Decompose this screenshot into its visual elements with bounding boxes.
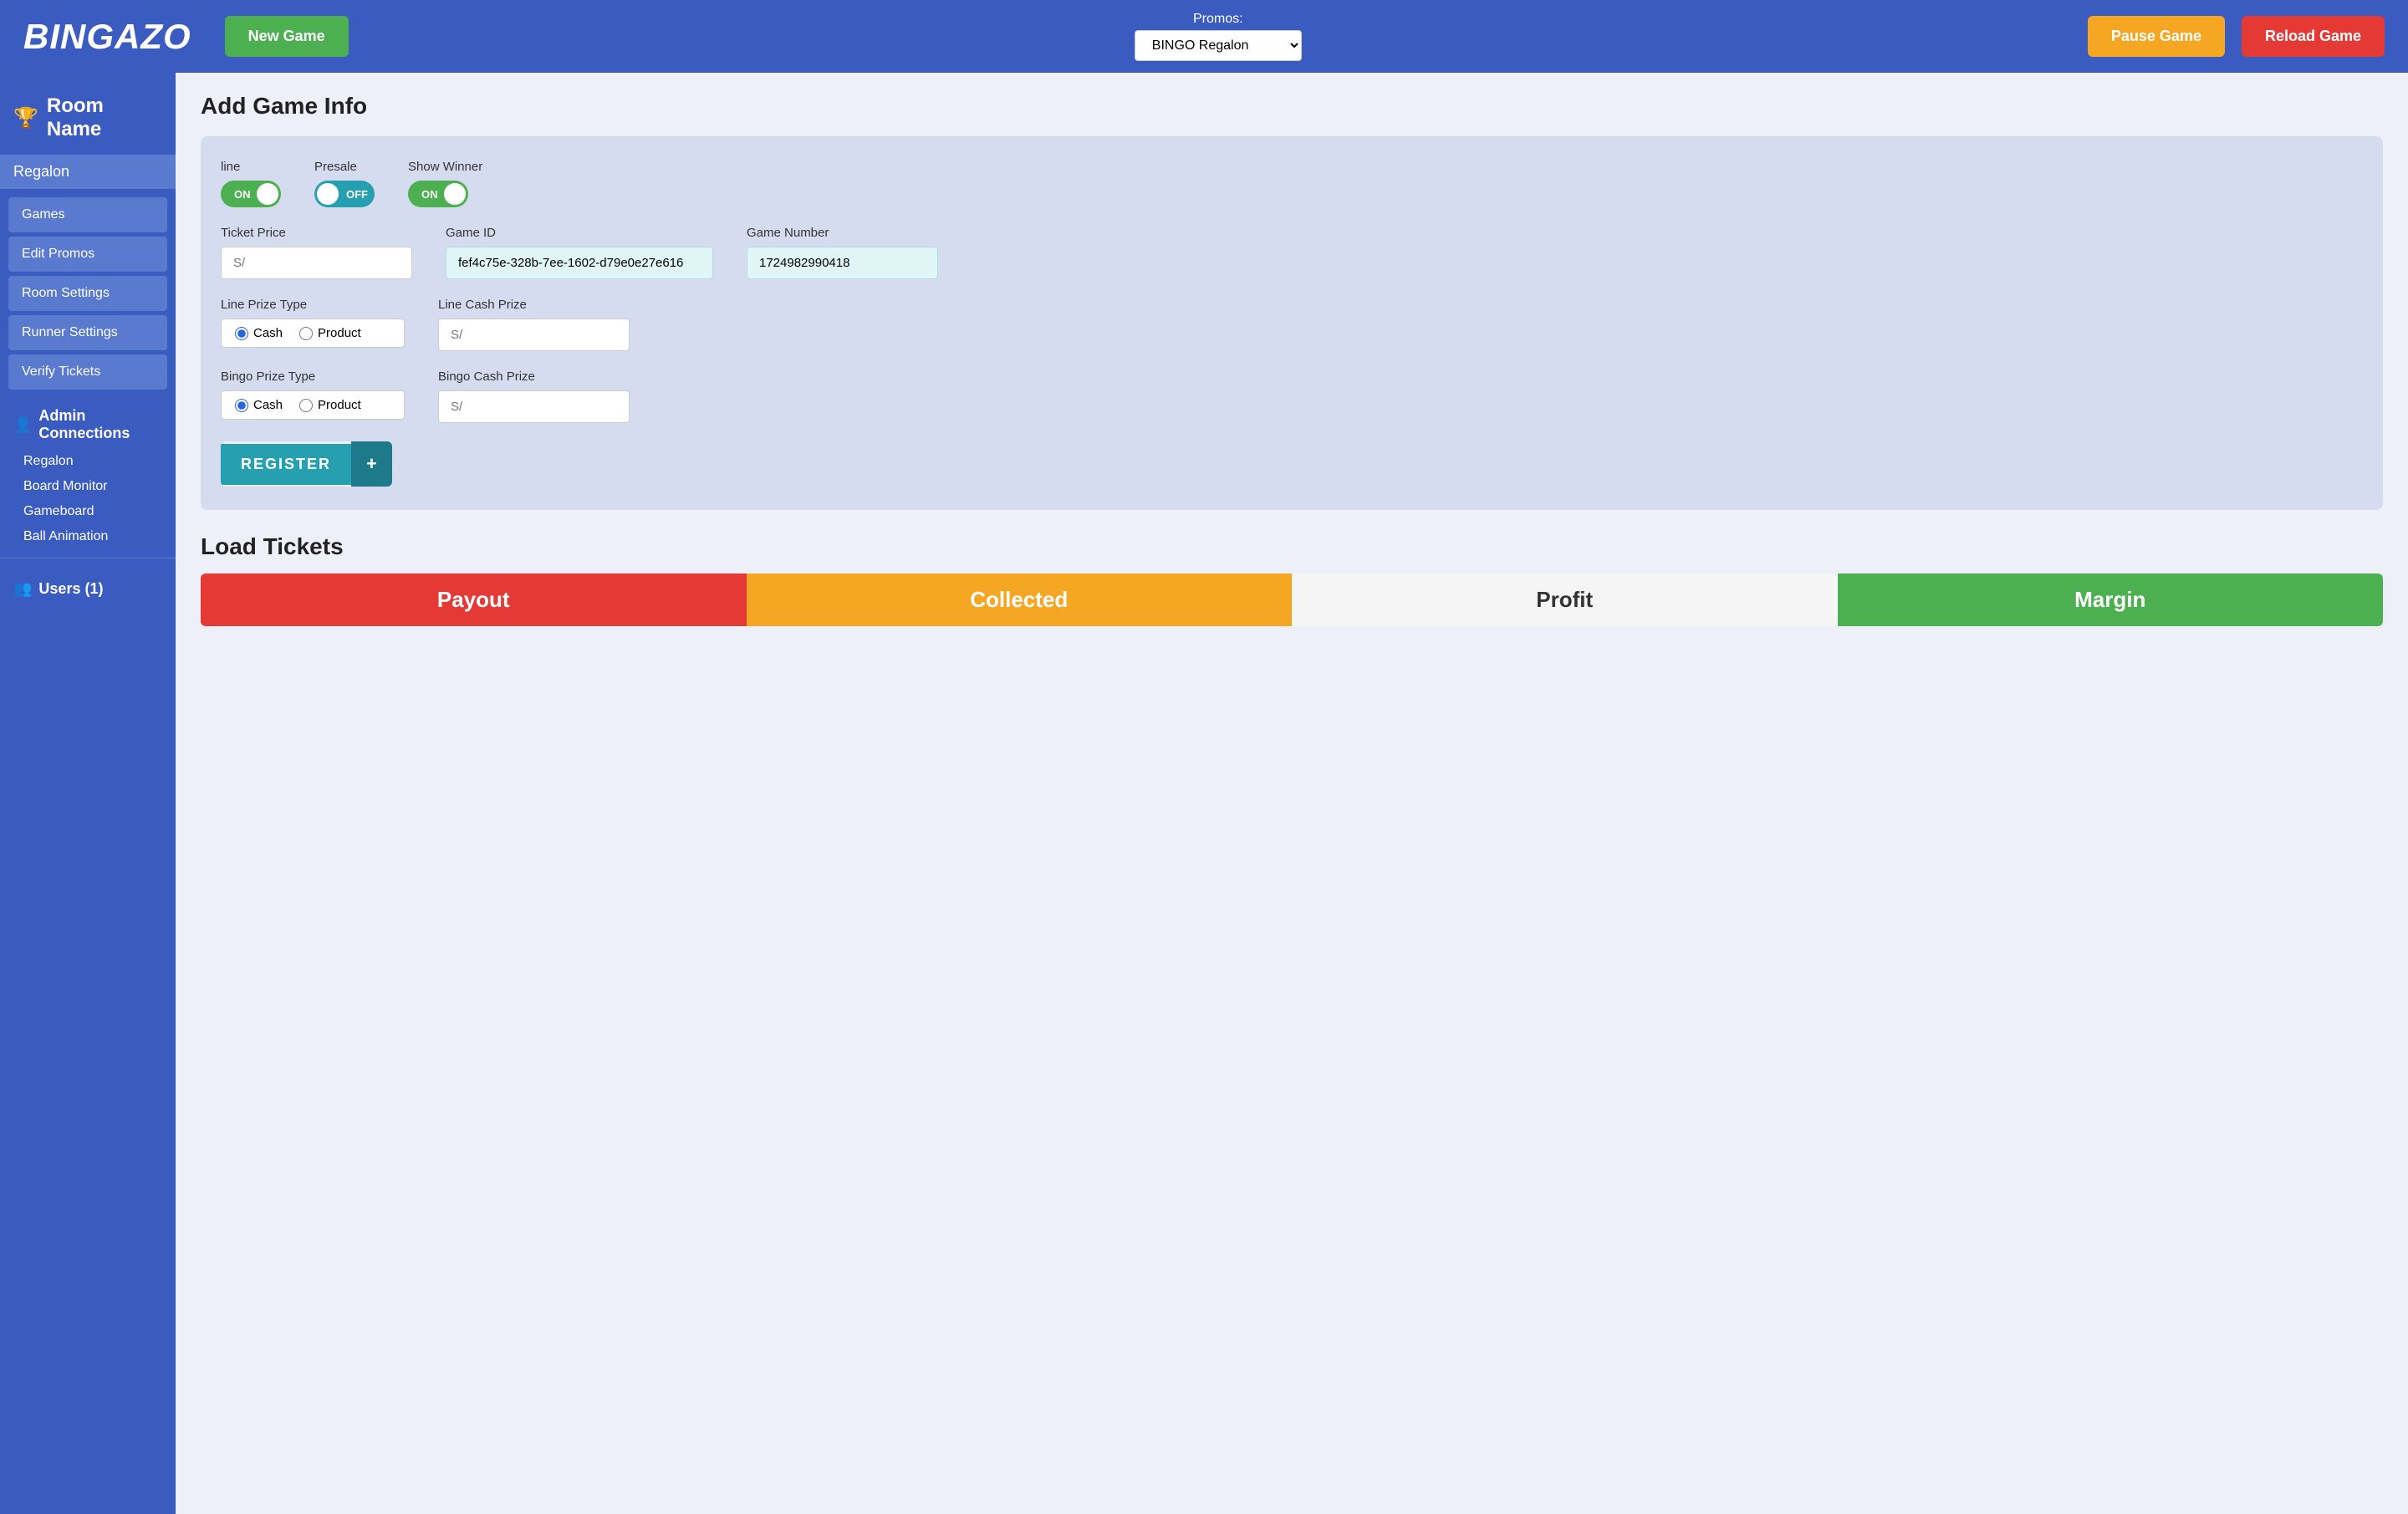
stat-profit-label: Profit [1536,587,1593,612]
register-button[interactable]: REGISTER + [221,441,392,487]
stat-margin: Margin [1838,573,2384,626]
bingo-prize-cash-radio[interactable] [235,399,248,412]
header: BINGAZO New Game Promos: BINGO Regalon B… [0,0,2408,73]
line-prize-row: Line Prize Type Cash Product Line Cash P [221,298,2363,351]
load-tickets-title: Load Tickets [201,533,2383,560]
game-id-input[interactable] [446,247,713,279]
add-game-info-card: line ON Presale OFF Show Winner [201,136,2383,510]
game-number-label: Game Number [747,226,938,240]
stat-margin-label: Margin [2074,587,2145,612]
main-content: Add Game Info line ON Presale O [176,73,2408,1514]
promos-select[interactable]: BINGO Regalon BINGO Classic BINGO Especi… [1135,30,1302,61]
sidebar-link-gameboard[interactable]: Gameboard [0,499,176,524]
bingo-prize-cash-label: Cash [253,398,283,412]
sidebar-item-edit-promos[interactable]: Edit Promos [8,237,167,272]
ticket-row: Ticket Price Game ID Game Number [221,226,2363,279]
add-game-info-title: Add Game Info [201,93,2383,120]
users-section-title: 👥 Users (1) [0,567,176,604]
promos-label: Promos: [1193,12,1243,27]
game-number-input[interactable] [747,247,938,279]
stat-profit: Profit [1292,573,1838,626]
room-name-label: Room Name [47,94,162,141]
line-prize-type-label: Line Prize Type [221,298,405,312]
stats-bar: Payout Collected Profit Margin [201,573,2383,626]
users-icon: 👥 [13,580,32,598]
show-winner-toggle-group: Show Winner ON [408,160,482,207]
line-prize-type-group: Line Prize Type Cash Product [221,298,405,348]
sidebar-item-room-settings[interactable]: Room Settings [8,276,167,311]
line-cash-prize-group: Line Cash Prize [438,298,630,351]
line-prize-cash-option[interactable]: Cash [235,326,283,340]
register-button-wrapper: REGISTER + [221,441,2363,487]
room-selected-label: Regalon [0,155,176,189]
admin-connections-label: Admin Connections [38,407,162,442]
bingo-prize-product-option[interactable]: Product [299,398,361,412]
stat-payout-label: Payout [437,587,510,612]
line-toggle-label: line [221,160,281,174]
bingo-prize-cash-option[interactable]: Cash [235,398,283,412]
presale-toggle[interactable]: OFF [314,181,375,207]
line-prize-product-option[interactable]: Product [299,326,361,340]
game-number-group: Game Number [747,226,938,279]
game-id-group: Game ID [446,226,713,279]
bingo-cash-prize-input[interactable] [438,390,630,423]
users-label: Users (1) [38,580,103,598]
bingo-prize-type-radio-group: Cash Product [221,390,405,420]
bingo-prize-product-radio[interactable] [299,399,313,412]
line-prize-type-radio-group: Cash Product [221,319,405,348]
line-toggle-group: line ON [221,160,281,207]
sidebar-item-runner-settings[interactable]: Runner Settings [8,315,167,350]
bingo-prize-product-label: Product [318,398,361,412]
bingo-cash-prize-group: Bingo Cash Prize [438,370,630,423]
stat-collected: Collected [747,573,1293,626]
new-game-button[interactable]: New Game [225,16,349,57]
sidebar-link-board-monitor[interactable]: Board Monitor [0,474,176,499]
presale-toggle-group: Presale OFF [314,160,375,207]
register-button-plus: + [351,441,392,487]
show-winner-toggle-text: ON [415,188,445,201]
bingo-cash-prize-label: Bingo Cash Prize [438,370,630,384]
reload-game-button[interactable]: Reload Game [2242,16,2385,57]
register-button-text: REGISTER [221,444,351,485]
sidebar-room-name: 🏆 Room Name [0,86,176,155]
trophy-icon: 🏆 [13,106,38,130]
line-prize-product-radio[interactable] [299,327,313,340]
line-cash-prize-label: Line Cash Prize [438,298,630,312]
line-toggle[interactable]: ON [221,181,281,207]
ticket-price-input[interactable] [221,247,412,279]
bingo-prize-type-label: Bingo Prize Type [221,370,405,384]
line-prize-cash-radio[interactable] [235,327,248,340]
line-prize-product-label: Product [318,326,361,340]
line-cash-prize-input[interactable] [438,319,630,351]
toggle-row: line ON Presale OFF Show Winner [221,160,2363,207]
presale-toggle-label: Presale [314,160,375,174]
pause-game-button[interactable]: Pause Game [2088,16,2225,57]
bingo-prize-type-group: Bingo Prize Type Cash Product [221,370,405,420]
main-layout: 🏆 Room Name Regalon Games Edit Promos Ro… [0,73,2408,1514]
presale-toggle-text: OFF [339,188,375,201]
admin-connections-section: 👤 Admin Connections [0,394,176,449]
sidebar-item-games[interactable]: Games [8,197,167,232]
show-winner-label: Show Winner [408,160,482,174]
stat-payout: Payout [201,573,747,626]
ticket-price-label: Ticket Price [221,226,412,240]
promos-section: Promos: BINGO Regalon BINGO Classic BING… [365,12,2071,61]
ticket-price-group: Ticket Price [221,226,412,279]
line-toggle-text: ON [227,188,258,201]
line-prize-cash-label: Cash [253,326,283,340]
app-logo: BINGAZO [23,17,191,57]
bingo-prize-row: Bingo Prize Type Cash Product Bingo Cash [221,370,2363,423]
admin-connections-icon: 👤 [13,416,32,434]
show-winner-toggle-knob [444,183,466,205]
show-winner-toggle[interactable]: ON [408,181,468,207]
sidebar-link-regalon[interactable]: Regalon [0,449,176,474]
sidebar-link-ball-animation[interactable]: Ball Animation [0,524,176,549]
sidebar-item-verify-tickets[interactable]: Verify Tickets [8,354,167,390]
stat-collected-label: Collected [970,587,1068,612]
presale-toggle-knob [317,183,339,205]
game-id-label: Game ID [446,226,713,240]
line-toggle-knob [257,183,278,205]
sidebar: 🏆 Room Name Regalon Games Edit Promos Ro… [0,73,176,1514]
